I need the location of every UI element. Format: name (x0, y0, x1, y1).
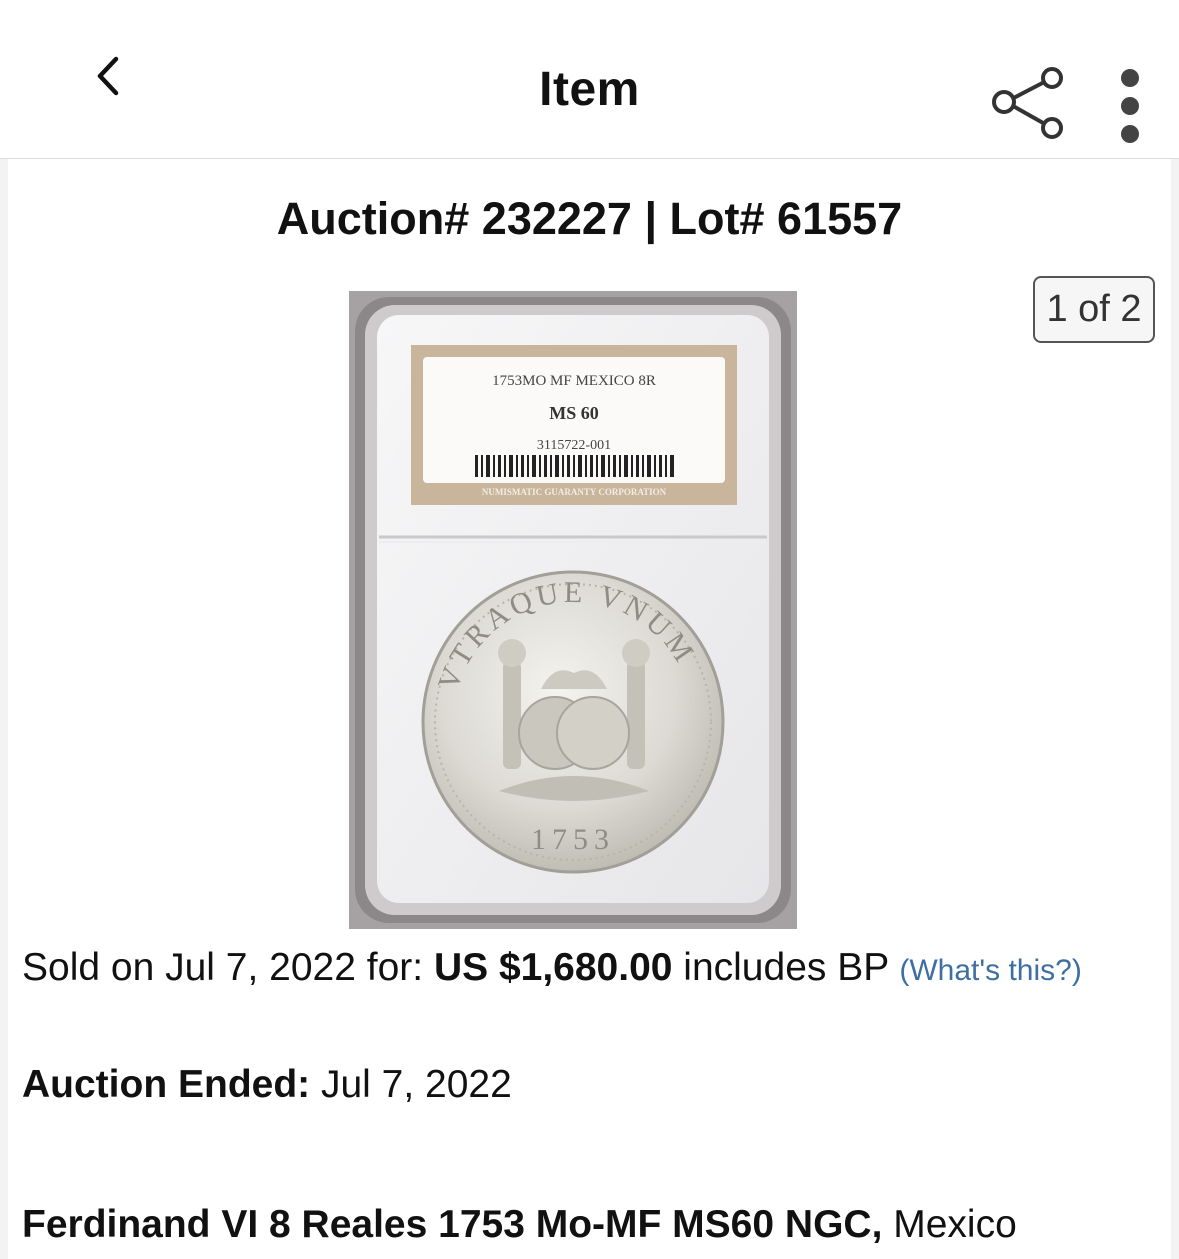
auction-ended-label: Auction Ended: (22, 1063, 311, 1106)
coin: VTRAQUE VNUM 1753 (421, 570, 725, 874)
lot-title-main: Ferdinand VI 8 Reales 1753 Mo-MF MS60 NG… (22, 1203, 883, 1246)
slab-label-cert: 3115722-001 (537, 438, 611, 453)
sold-price: US $1,680.00 (433, 946, 673, 989)
coin-slab-image: 1753MO MF MEXICO 8R MS 60 3115722-001 NU… (349, 291, 797, 929)
sold-suffix: includes BP (672, 946, 900, 989)
more-options-button[interactable] (1108, 66, 1152, 146)
item-detail-content: Auction# 232227 | Lot# 61557 1 of 2 1753… (8, 159, 1171, 1259)
auction-ended-info: Auction Ended: Jul 7, 2022 (22, 1063, 512, 1107)
slab-label-footer: NUMISMATIC GUARANTY CORPORATION (482, 487, 667, 497)
whats-this-link[interactable]: (What's this?) (899, 954, 1081, 987)
image-counter: 1 of 2 (1033, 276, 1155, 343)
lot-title-region: Mexico (882, 1203, 1017, 1246)
slab-label-grade: MS 60 (549, 403, 599, 423)
coin-photo[interactable]: 1753MO MF MEXICO 8R MS 60 3115722-001 NU… (349, 291, 797, 929)
sold-prefix: Sold on Jul 7, 2022 for: (22, 946, 434, 989)
lot-title: Ferdinand VI 8 Reales 1753 Mo-MF MS60 NG… (22, 1203, 1017, 1247)
sold-price-info: Sold on Jul 7, 2022 for: US $1,680.00 in… (22, 945, 1152, 994)
top-navigation-bar: Item (0, 0, 1179, 159)
slab-label-description: 1753MO MF MEXICO 8R (492, 373, 656, 389)
auction-lot-header: Auction# 232227 | Lot# 61557 (276, 193, 903, 244)
coin-year: 1753 (531, 823, 615, 856)
auction-ended-date: Jul 7, 2022 (310, 1063, 512, 1106)
share-button[interactable] (988, 64, 1074, 150)
share-icon (992, 67, 1063, 139)
vertical-ellipsis-icon (1121, 69, 1139, 143)
